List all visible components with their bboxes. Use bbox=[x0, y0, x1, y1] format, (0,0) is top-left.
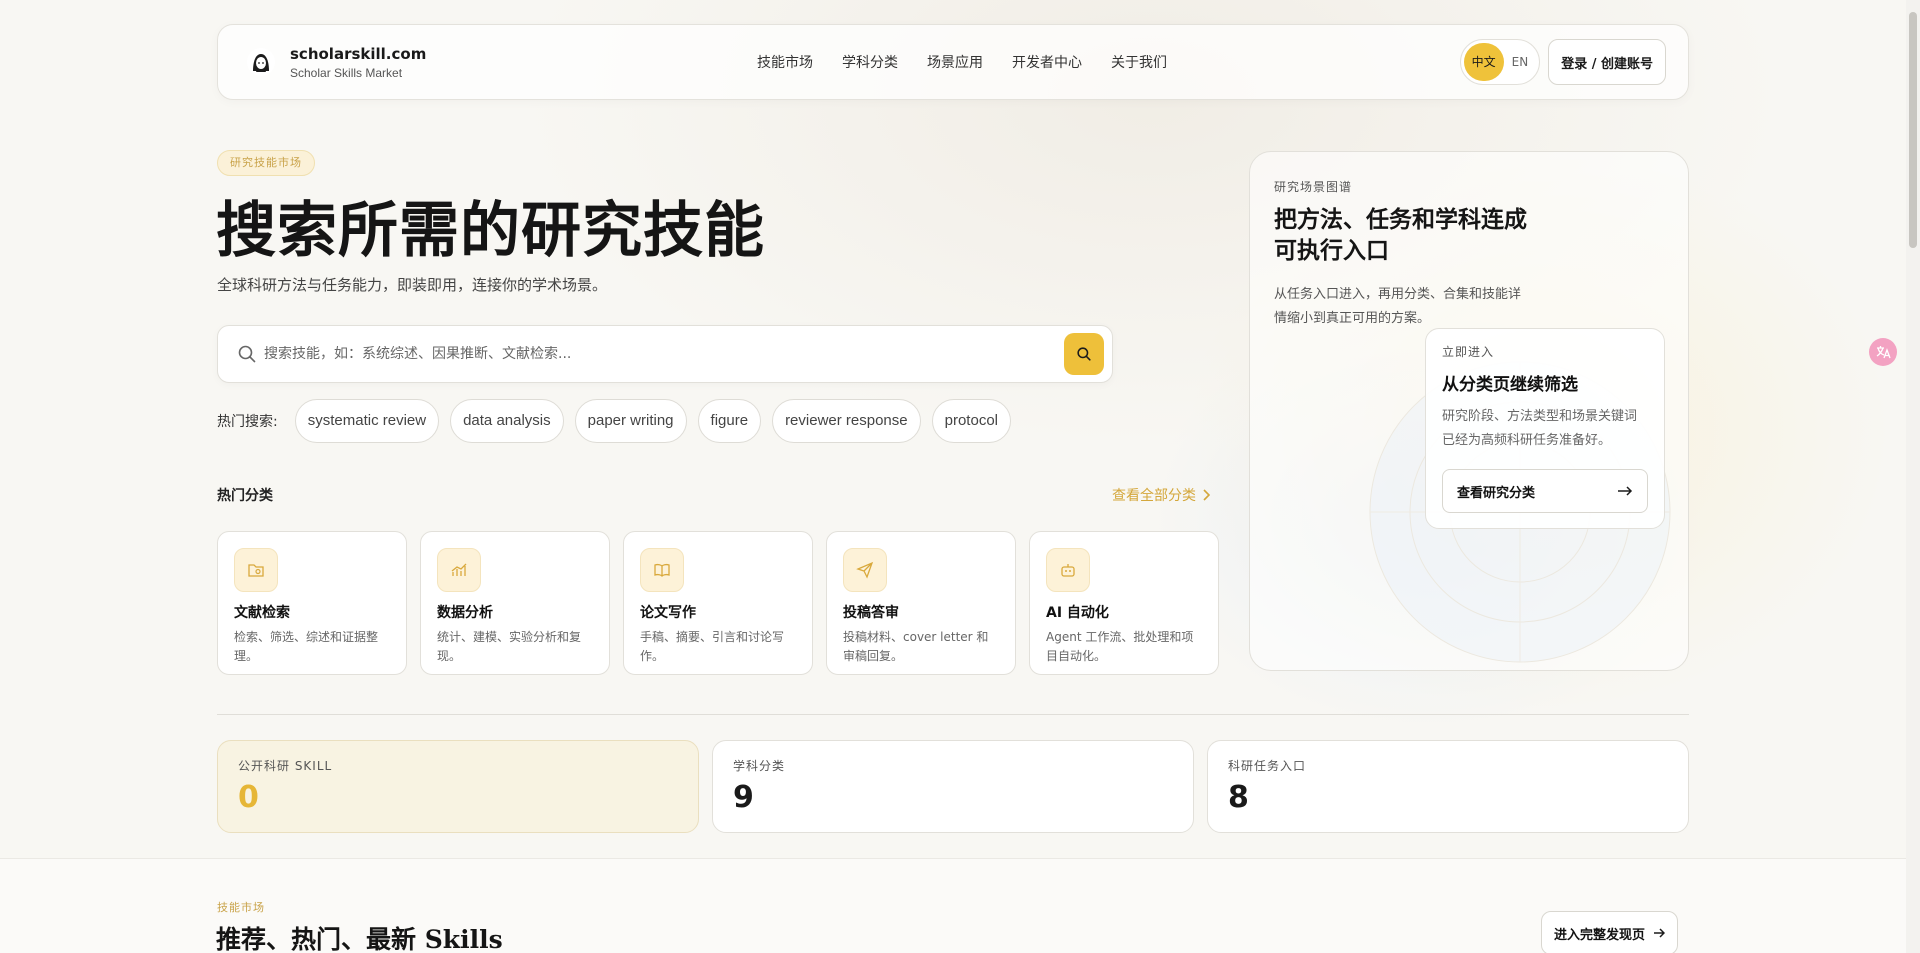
brand-name: scholarskill.com bbox=[290, 44, 427, 63]
see-all-label: 查看全部分类 bbox=[1112, 488, 1196, 504]
translate-icon bbox=[1876, 346, 1891, 359]
stat-label: 学科分类 bbox=[733, 759, 786, 773]
hero-subtitle: 全球科研方法与任务能力，即装即用，连接你的学术场景。 bbox=[217, 276, 608, 294]
send-icon bbox=[843, 548, 887, 592]
category-desc: 检索、筛选、综述和证据整理。 bbox=[234, 630, 379, 663]
subcard-title: 从分类页继续筛选 bbox=[1442, 375, 1578, 395]
brand-subtitle: Scholar Skills Market bbox=[290, 65, 403, 80]
stat-label: 公开科研 SKILL bbox=[238, 759, 333, 773]
hot-tag[interactable]: figure bbox=[697, 399, 762, 443]
panel-title: 把方法、任务和学科连成可执行入口 bbox=[1274, 206, 1527, 264]
brand[interactable]: scholarskill.com Scholar Skills Market bbox=[246, 45, 546, 80]
research-map-panel: 研究场景图谱 把方法、任务和学科连成可执行入口 从任务入口进入，再用分类、合集和… bbox=[1249, 151, 1689, 671]
market-tag: 技能市场 bbox=[217, 901, 265, 914]
category-card-literature[interactable]: 文献检索 检索、筛选、综述和证据整理。 bbox=[217, 531, 407, 675]
hot-searches-label: 热门搜索: bbox=[217, 414, 278, 430]
chevron-right-icon bbox=[1203, 489, 1210, 501]
language-switch: 中文 EN bbox=[1459, 39, 1541, 85]
category-desc: Agent 工作流、批处理和项目自动化。 bbox=[1046, 630, 1194, 663]
hero-pill: 研究技能市场 bbox=[217, 150, 315, 176]
robot-icon bbox=[1046, 548, 1090, 592]
category-card-data-analysis[interactable]: 数据分析 统计、建模、实验分析和复现。 bbox=[420, 531, 610, 675]
category-title: 投稿答审 bbox=[843, 605, 899, 621]
hot-searches: 热门搜索: systematic review data analysis pa… bbox=[217, 399, 1011, 443]
folder-search-icon bbox=[234, 548, 278, 592]
scholar-avatar-icon bbox=[247, 48, 275, 76]
hot-tag[interactable]: reviewer response bbox=[772, 399, 921, 443]
stat-task-entries: 科研任务入口 8 bbox=[1207, 740, 1689, 833]
nav-developer-center[interactable]: 开发者中心 bbox=[1012, 52, 1082, 72]
main-nav: 技能市场 学科分类 场景应用 开发者中心 关于我们 bbox=[757, 52, 1167, 72]
search-icon bbox=[1077, 347, 1091, 361]
stat-value: 0 bbox=[238, 780, 259, 815]
subcard-tag: 立即进入 bbox=[1442, 345, 1495, 359]
stat-disciplines: 学科分类 9 bbox=[712, 740, 1194, 833]
stats-row: 公开科研 SKILL 0 学科分类 9 科研任务入口 8 bbox=[217, 740, 1689, 833]
nav-disciplines[interactable]: 学科分类 bbox=[842, 52, 898, 72]
site-header: scholarskill.com Scholar Skills Market 技… bbox=[217, 24, 1689, 100]
page-scrollbar[interactable] bbox=[1906, 0, 1920, 953]
category-desc: 投稿材料、cover letter 和审稿回复。 bbox=[843, 630, 989, 663]
category-title: 数据分析 bbox=[437, 605, 493, 621]
lang-en[interactable]: EN bbox=[1504, 43, 1537, 81]
search-button[interactable] bbox=[1064, 333, 1104, 375]
chart-icon bbox=[437, 548, 481, 592]
category-title: 文献检索 bbox=[234, 605, 290, 621]
stat-value: 9 bbox=[733, 780, 754, 815]
stat-label: 科研任务入口 bbox=[1228, 759, 1307, 773]
see-all-categories-link[interactable]: 查看全部分类 bbox=[1112, 485, 1210, 505]
book-open-icon bbox=[640, 548, 684, 592]
view-categories-button[interactable]: 查看研究分类 bbox=[1442, 469, 1648, 513]
panel-desc: 从任务入口进入，再用分类、合集和技能详情缩小到真正可用的方案。 bbox=[1274, 287, 1522, 326]
lang-zh[interactable]: 中文 bbox=[1463, 43, 1504, 81]
hot-tag[interactable]: systematic review bbox=[294, 399, 440, 443]
filter-subcard: 立即进入 从分类页继续筛选 研究阶段、方法类型和场景关键词已经为高频科研任务准备… bbox=[1425, 328, 1665, 529]
hot-tag[interactable]: data analysis bbox=[450, 399, 564, 443]
category-title: 论文写作 bbox=[640, 605, 696, 621]
category-card-submission[interactable]: 投稿答审 投稿材料、cover letter 和审稿回复。 bbox=[826, 531, 1016, 675]
hero-title: 搜索所需的研究技能 bbox=[216, 196, 765, 266]
category-card-ai-automation[interactable]: AI 自动化 Agent 工作流、批处理和项目自动化。 bbox=[1029, 531, 1219, 675]
hot-tag[interactable]: protocol bbox=[931, 399, 1011, 443]
panel-tag: 研究场景图谱 bbox=[1274, 180, 1353, 194]
search-icon bbox=[238, 345, 256, 363]
header-actions: 中文 EN 登录 / 创建账号 bbox=[1459, 39, 1666, 85]
subcard-desc: 研究阶段、方法类型和场景关键词已经为高频科研任务准备好。 bbox=[1442, 409, 1638, 448]
discover-page-button[interactable]: 进入完整发现页 bbox=[1541, 911, 1679, 953]
category-cards: 文献检索 检索、筛选、综述和证据整理。 数据分析 统计、建模、实验分析和复现。 … bbox=[217, 531, 1219, 675]
scrollbar-thumb[interactable] bbox=[1909, 12, 1917, 248]
hot-categories-label: 热门分类 bbox=[217, 488, 273, 504]
arrow-right-icon bbox=[1618, 486, 1633, 496]
nav-skill-market[interactable]: 技能市场 bbox=[757, 52, 813, 72]
nav-about[interactable]: 关于我们 bbox=[1111, 52, 1167, 72]
nav-scenarios[interactable]: 场景应用 bbox=[927, 52, 983, 72]
search-bar bbox=[217, 325, 1113, 383]
category-desc: 统计、建模、实验分析和复现。 bbox=[437, 630, 582, 663]
discover-page-label: 进入完整发现页 bbox=[1554, 927, 1646, 943]
category-title: AI 自动化 bbox=[1046, 605, 1109, 621]
section-divider bbox=[217, 714, 1689, 715]
category-card-writing[interactable]: 论文写作 手稿、摘要、引言和讨论写作。 bbox=[623, 531, 813, 675]
stat-public-skills: 公开科研 SKILL 0 bbox=[217, 740, 699, 833]
stat-value: 8 bbox=[1228, 780, 1249, 815]
view-categories-label: 查看研究分类 bbox=[1457, 485, 1536, 501]
category-desc: 手稿、摘要、引言和讨论写作。 bbox=[640, 630, 785, 663]
search-input[interactable] bbox=[264, 346, 1064, 362]
translate-float-button[interactable] bbox=[1869, 338, 1897, 366]
login-button[interactable]: 登录 / 创建账号 bbox=[1548, 39, 1666, 85]
arrow-right-icon bbox=[1654, 928, 1666, 938]
hot-tag[interactable]: paper writing bbox=[574, 399, 687, 443]
market-title: 推荐、热门、最新 Skills bbox=[216, 925, 503, 953]
